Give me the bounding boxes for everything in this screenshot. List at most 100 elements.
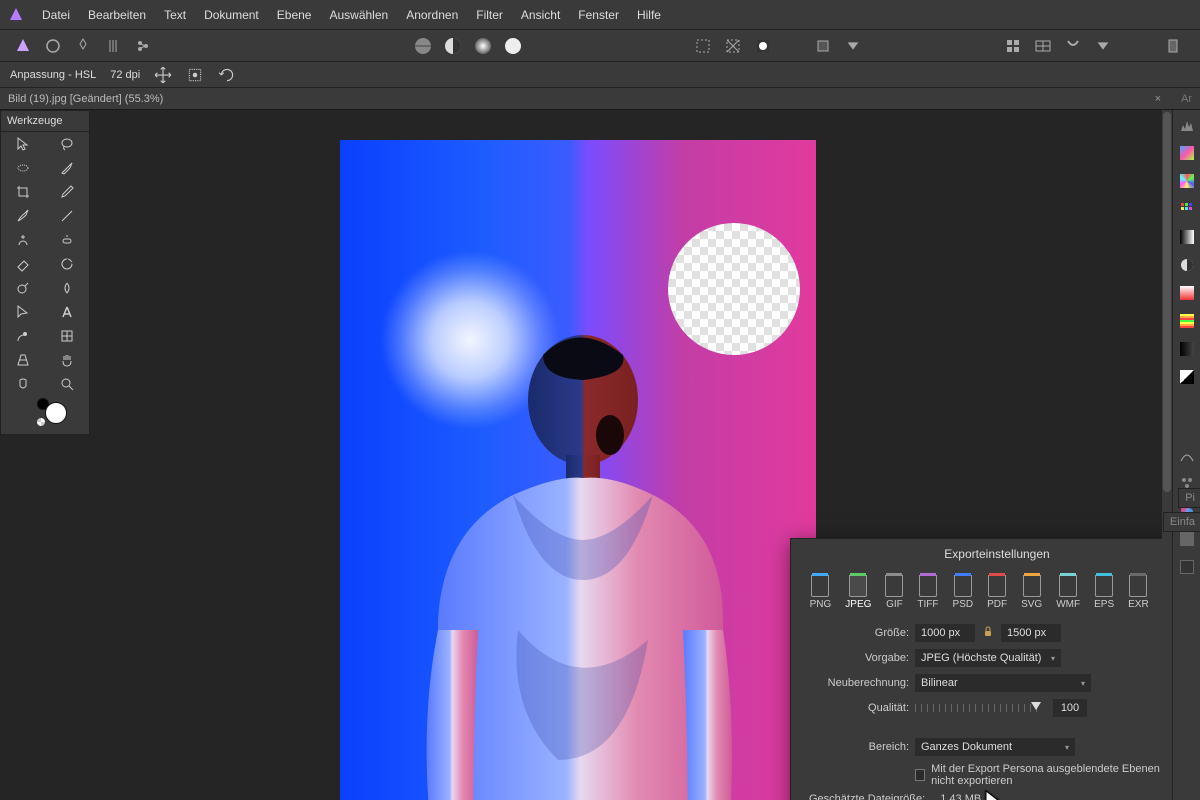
lock-center-icon[interactable] (186, 66, 204, 84)
curves-icon[interactable] (1178, 446, 1196, 464)
canvas-area[interactable]: 124816 Exporteinstellungen ✕ PNG JPEG GI… (90, 110, 1162, 800)
menu-window[interactable]: Fenster (578, 8, 619, 22)
quick-mask-icon[interactable] (750, 33, 776, 59)
resample-select[interactable]: Bilinear▾ (915, 674, 1091, 692)
zoom-tool[interactable] (45, 372, 89, 396)
snap-dropdown-icon[interactable] (840, 33, 866, 59)
shape-circle-lines-icon[interactable] (410, 33, 436, 59)
preset-select[interactable]: JPEG (Höchste Qualität)▾ (915, 649, 1061, 667)
menu-select[interactable]: Auswählen (329, 8, 388, 22)
document-tab[interactable]: Bild (19).jpg [Geändert] (55.3%) (8, 93, 163, 105)
preferences-icon[interactable] (1160, 33, 1186, 59)
lasso-tool[interactable] (45, 132, 89, 156)
menu-layer[interactable]: Ebene (277, 8, 312, 22)
gradient-stripes-icon[interactable] (1178, 312, 1196, 330)
persona-liquify-icon[interactable] (40, 33, 66, 59)
format-wmf[interactable]: WMF (1056, 575, 1080, 610)
menu-text[interactable]: Text (164, 8, 186, 22)
snap-square-icon[interactable] (810, 33, 836, 59)
format-jpeg[interactable]: JPEG (845, 575, 871, 610)
contrast-icon[interactable] (1178, 256, 1196, 274)
format-svg[interactable]: SVG (1021, 575, 1042, 610)
hand-tool[interactable] (45, 348, 89, 372)
format-psd[interactable]: PSD (953, 575, 974, 610)
texture-icon[interactable] (1178, 530, 1196, 548)
format-eps[interactable]: EPS (1094, 575, 1114, 610)
crop-tool[interactable] (1, 180, 45, 204)
no-color-swatch[interactable] (37, 418, 45, 426)
menu-arrange[interactable]: Anordnen (406, 8, 458, 22)
tab-close-icon[interactable]: × (1155, 93, 1161, 105)
rotate-icon[interactable] (218, 66, 236, 84)
gradient-red-icon[interactable] (1178, 284, 1196, 302)
area-select[interactable]: Ganzes Dokument▾ (915, 738, 1075, 756)
menu-help[interactable]: Hilfe (637, 8, 661, 22)
menu-document[interactable]: Dokument (204, 8, 259, 22)
quality-input[interactable] (1053, 699, 1087, 717)
menu-view[interactable]: Ansicht (521, 8, 560, 22)
menu-filter[interactable]: Filter (476, 8, 503, 22)
height-input[interactable] (1001, 624, 1061, 642)
selection-dashed-icon[interactable] (690, 33, 716, 59)
persona-develop-icon[interactable] (70, 33, 96, 59)
format-gif[interactable]: GIF (885, 575, 903, 610)
resample-label: Neuberechnung: (809, 677, 909, 689)
persona-tone-icon[interactable] (100, 33, 126, 59)
dropdown-caret-icon[interactable] (1090, 33, 1116, 59)
gradient-bw-icon[interactable] (1178, 228, 1196, 246)
panel-tab-extra[interactable]: Ar (1181, 93, 1192, 105)
healing-tool[interactable] (45, 228, 89, 252)
gradient-dark-icon[interactable] (1178, 340, 1196, 358)
clone-tool[interactable] (1, 228, 45, 252)
format-png[interactable]: PNG (810, 575, 832, 610)
selection-cross-icon[interactable] (720, 33, 746, 59)
ellipse-marquee-tool[interactable] (1, 156, 45, 180)
persona-export-icon[interactable] (130, 33, 156, 59)
format-exr[interactable]: EXR (1128, 575, 1149, 610)
format-pdf[interactable]: PDF (987, 575, 1007, 610)
mesh-tool[interactable] (45, 324, 89, 348)
swatches-panel-icon[interactable] (1178, 172, 1196, 190)
perspective-tool[interactable] (1, 348, 45, 372)
width-input[interactable] (915, 624, 975, 642)
eyedropper-tool[interactable] (45, 180, 89, 204)
adjustments-panel-icon[interactable] (1178, 200, 1196, 218)
subject-person (378, 280, 778, 800)
color-swatch[interactable] (1, 396, 89, 434)
pen-tool[interactable] (1, 324, 45, 348)
panel-tab-pi[interactable]: Pi (1178, 488, 1200, 508)
shape-circle-half-icon[interactable] (440, 33, 466, 59)
hidden-layers-checkbox[interactable] (915, 769, 925, 781)
persona-photo-icon[interactable] (10, 33, 36, 59)
format-tiff[interactable]: TIFF (917, 575, 938, 610)
shape-circle-shade-icon[interactable] (470, 33, 496, 59)
move-icon[interactable] (154, 66, 172, 84)
histogram-icon[interactable] (1178, 116, 1196, 134)
panel-tab-einfa[interactable]: Einfa (1163, 512, 1200, 532)
layout-icon[interactable] (1030, 33, 1056, 59)
dodge-tool[interactable] (1, 276, 45, 300)
square-panel-icon[interactable] (1178, 558, 1196, 576)
zoom-tool-2[interactable] (1, 372, 45, 396)
mixer-brush-tool[interactable] (45, 204, 89, 228)
fill-tool[interactable] (45, 252, 89, 276)
mask-panel-icon[interactable] (1178, 368, 1196, 386)
shape-circle-solid-icon[interactable] (500, 33, 526, 59)
menu-edit[interactable]: Bearbeiten (88, 8, 146, 22)
node-tool[interactable] (1, 300, 45, 324)
eraser-tool[interactable] (1, 252, 45, 276)
color-panel-icon[interactable] (1178, 144, 1196, 162)
grid-icon[interactable] (1000, 33, 1026, 59)
lock-aspect-icon[interactable] (981, 625, 995, 642)
selection-brush-tool[interactable] (45, 156, 89, 180)
blur-tool[interactable] (45, 276, 89, 300)
clip-icon[interactable] (1060, 33, 1086, 59)
text-tool[interactable] (45, 300, 89, 324)
quality-slider[interactable] (915, 702, 1037, 714)
document-canvas[interactable] (340, 140, 816, 800)
vertical-scrollbar[interactable] (1162, 110, 1172, 800)
paint-brush-tool[interactable] (1, 204, 45, 228)
primary-color-swatch[interactable] (45, 402, 67, 424)
menu-file[interactable]: Datei (42, 8, 70, 22)
move-tool[interactable] (1, 132, 45, 156)
